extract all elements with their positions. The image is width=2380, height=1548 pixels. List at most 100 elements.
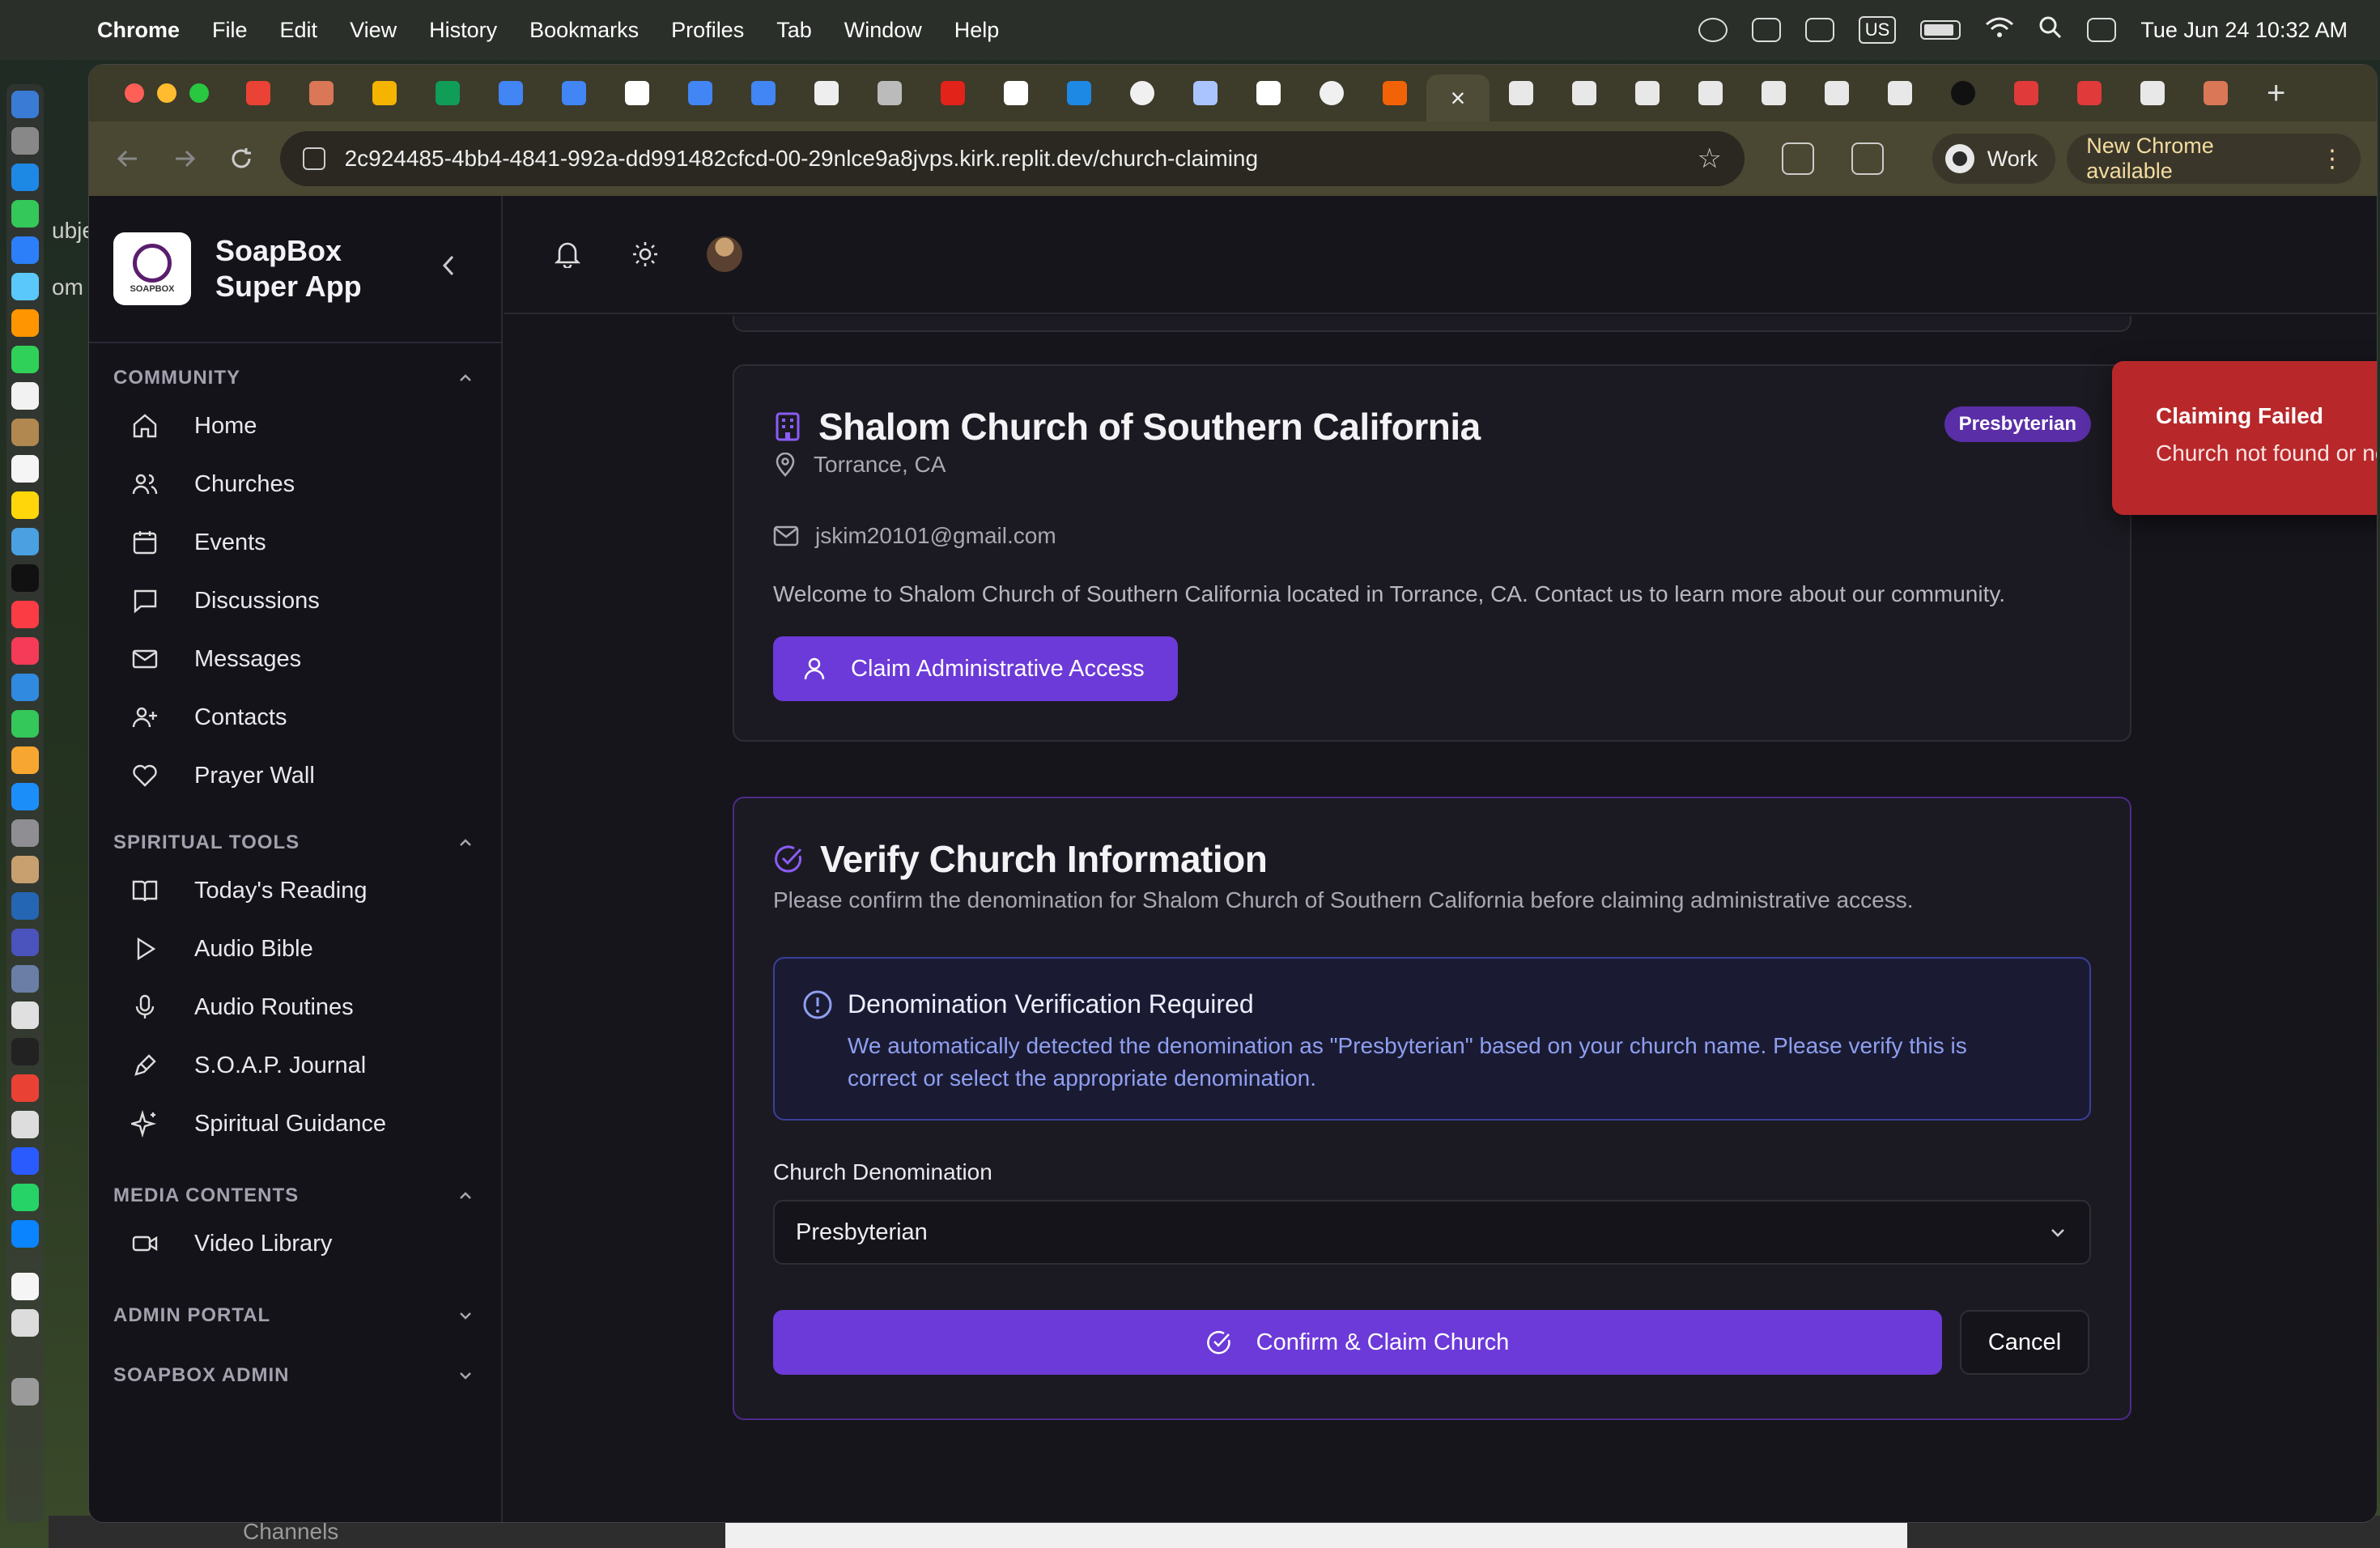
dock-outlook-icon[interactable] bbox=[11, 892, 39, 920]
dock-app3-icon[interactable] bbox=[11, 1111, 39, 1138]
tab-docs[interactable] bbox=[542, 72, 606, 114]
tab-claude[interactable] bbox=[2184, 72, 2247, 114]
section-header-soapbox-admin[interactable]: SOAPBOX ADMIN bbox=[89, 1357, 501, 1394]
dock-facetime-icon[interactable] bbox=[11, 346, 39, 373]
cancel-button[interactable]: Cancel bbox=[1960, 1310, 2089, 1375]
user-avatar[interactable] bbox=[707, 236, 742, 272]
status-outlook-icon[interactable] bbox=[1751, 18, 1781, 42]
tab-x[interactable] bbox=[1932, 72, 1995, 114]
dock-tv-icon[interactable] bbox=[11, 564, 39, 592]
dock-folder-icon[interactable] bbox=[11, 1309, 39, 1337]
dock-maps-icon[interactable] bbox=[11, 273, 39, 300]
tab-docs[interactable] bbox=[732, 72, 795, 114]
menu-edit[interactable]: Edit bbox=[280, 18, 318, 43]
dock-photos-icon[interactable] bbox=[11, 309, 39, 337]
sidebar-item-churches[interactable]: Churches bbox=[89, 455, 501, 513]
dock-numbers-icon[interactable] bbox=[11, 710, 39, 738]
tab-soapbox[interactable] bbox=[1805, 72, 1868, 114]
tab-soapbox[interactable] bbox=[2121, 72, 2184, 114]
new-tab-button[interactable]: + bbox=[2267, 75, 2285, 112]
dock-reminders-icon[interactable] bbox=[11, 455, 39, 483]
dock-appstore-icon[interactable] bbox=[11, 783, 39, 810]
dock-app2-icon[interactable] bbox=[11, 965, 39, 993]
menubar-clock[interactable]: Tue Jun 24 10:32 AM bbox=[2140, 18, 2348, 43]
dock-chrome-icon[interactable] bbox=[11, 1074, 39, 1102]
dock-terminal-icon[interactable] bbox=[11, 1038, 39, 1065]
tab-soapbox[interactable] bbox=[1679, 72, 1742, 114]
menu-help[interactable]: Help bbox=[954, 18, 1000, 43]
sidebar-item-audio-bible[interactable]: Audio Bible bbox=[89, 920, 501, 978]
error-toast[interactable]: Claiming Failed Church not found or not … bbox=[2112, 361, 2377, 515]
dock-trash-icon[interactable] bbox=[11, 1378, 39, 1406]
battery-icon[interactable] bbox=[1920, 20, 1961, 40]
url-text[interactable]: 2c924485-4bb4-4841-992a-dd991482cfcd-00-… bbox=[345, 146, 1698, 172]
sidebar-item-spiritual-guidance[interactable]: Spiritual Guidance bbox=[89, 1095, 501, 1153]
status-coffee-icon[interactable] bbox=[1804, 18, 1834, 42]
dock-teams-icon[interactable] bbox=[11, 929, 39, 956]
tab-google[interactable] bbox=[984, 72, 1048, 114]
tab-google[interactable] bbox=[606, 72, 669, 114]
dock-contacts-icon[interactable] bbox=[11, 419, 39, 446]
tab-search-icon[interactable] bbox=[1851, 142, 1884, 175]
close-tab-icon[interactable]: × bbox=[1451, 83, 1466, 113]
tab-docs[interactable] bbox=[479, 72, 542, 114]
tab-soapbox[interactable] bbox=[1490, 72, 1553, 114]
dock-finder-icon[interactable] bbox=[11, 91, 39, 118]
control-center-icon[interactable] bbox=[2087, 18, 2117, 42]
dock-notes-icon[interactable] bbox=[11, 491, 39, 519]
spotlight-search-icon[interactable] bbox=[2038, 15, 2063, 45]
sidebar-item-messages[interactable]: Messages bbox=[89, 630, 501, 688]
dock-keynote-icon[interactable] bbox=[11, 674, 39, 701]
notifications-bell-icon[interactable] bbox=[551, 238, 584, 270]
dock-pages-icon[interactable] bbox=[11, 746, 39, 774]
soapbox-logo[interactable]: SOAPBOX bbox=[113, 232, 191, 305]
confirm-claim-button[interactable]: Confirm & Claim Church bbox=[773, 1310, 1942, 1375]
tab-soapbox[interactable] bbox=[1868, 72, 1932, 114]
dock-news-icon[interactable] bbox=[11, 637, 39, 665]
dock-calendar-icon[interactable] bbox=[11, 382, 39, 410]
tab-replit[interactable] bbox=[1363, 72, 1426, 114]
apple-icon[interactable] bbox=[32, 16, 57, 44]
collapse-sidebar-chevron-icon[interactable] bbox=[440, 253, 457, 285]
dock-launchpad-icon[interactable] bbox=[11, 127, 39, 155]
dock-freeform-icon[interactable] bbox=[11, 528, 39, 555]
more-menu-icon[interactable]: ⋮ bbox=[2320, 145, 2344, 173]
site-info-icon[interactable] bbox=[302, 147, 325, 170]
menu-view[interactable]: View bbox=[350, 18, 397, 43]
tab-soapbox[interactable] bbox=[1616, 72, 1679, 114]
tab-google[interactable] bbox=[1237, 72, 1300, 114]
menu-bookmarks[interactable]: Bookmarks bbox=[529, 18, 639, 43]
sidebar-item-audio-routines[interactable]: Audio Routines bbox=[89, 978, 501, 1036]
denomination-select[interactable]: Presbyterian bbox=[773, 1200, 2091, 1265]
tab-acrobat[interactable] bbox=[921, 72, 984, 114]
dock-whatsapp-icon[interactable] bbox=[11, 1184, 39, 1211]
dock-safari-icon[interactable] bbox=[11, 164, 39, 191]
address-bar[interactable]: 2c924485-4bb4-4841-992a-dd991482cfcd-00-… bbox=[279, 131, 1745, 186]
menu-window[interactable]: Window bbox=[844, 18, 922, 43]
sidebar-item-video-library[interactable]: Video Library bbox=[89, 1214, 501, 1273]
tab-target[interactable] bbox=[2058, 72, 2121, 114]
sidebar-item-events[interactable]: Events bbox=[89, 513, 501, 572]
tab-sheets[interactable] bbox=[416, 72, 479, 114]
tab-drive[interactable] bbox=[353, 72, 416, 114]
reload-button[interactable] bbox=[219, 136, 264, 181]
sidebar-item-s-o-a-p-journal[interactable]: S.O.A.P. Journal bbox=[89, 1036, 501, 1095]
section-header-community[interactable]: COMMUNITY bbox=[89, 359, 501, 397]
chrome-update-button[interactable]: New Chrome available ⋮ bbox=[2067, 134, 2361, 184]
dock-1password-icon[interactable] bbox=[11, 1220, 39, 1248]
tab-target[interactable] bbox=[1995, 72, 2058, 114]
menu-tab[interactable]: Tab bbox=[776, 18, 812, 43]
dock-document-icon[interactable] bbox=[11, 1273, 39, 1300]
profile-button[interactable]: Work bbox=[1932, 134, 2056, 184]
sidebar-item-discussions[interactable]: Discussions bbox=[89, 572, 501, 630]
minimize-window-button[interactable] bbox=[157, 83, 176, 103]
claim-administrative-access-button[interactable]: Claim Administrative Access bbox=[773, 636, 1178, 701]
sidebar-item-prayer-wall[interactable]: Prayer Wall bbox=[89, 746, 501, 805]
zoom-window-button[interactable] bbox=[189, 83, 209, 103]
tab-globe[interactable] bbox=[858, 72, 921, 114]
back-button[interactable] bbox=[105, 136, 151, 181]
tab-app[interactable] bbox=[669, 72, 732, 114]
tab-openai[interactable] bbox=[795, 72, 858, 114]
dock-signal-icon[interactable] bbox=[11, 1147, 39, 1175]
dock-settings-icon[interactable] bbox=[11, 819, 39, 847]
